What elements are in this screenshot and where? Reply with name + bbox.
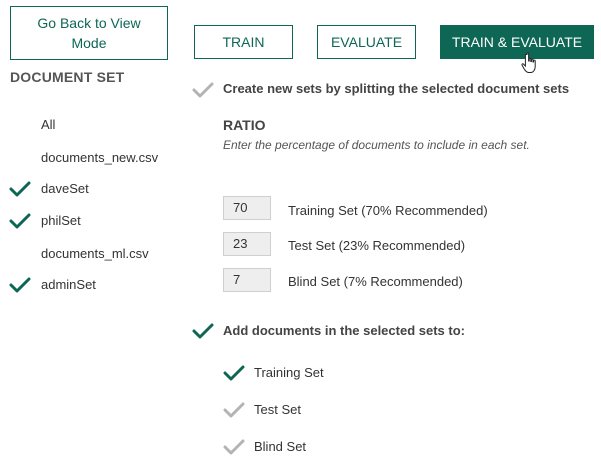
document-set-item-daveset[interactable]: daveSet bbox=[41, 181, 89, 196]
checkmark-icon[interactable] bbox=[192, 81, 214, 99]
checkmark-icon[interactable] bbox=[223, 438, 245, 456]
add-to-test-set-option[interactable]: Test Set bbox=[254, 402, 301, 417]
blind-ratio-input[interactable]: 7 bbox=[223, 268, 271, 292]
document-set-item-all[interactable]: All bbox=[41, 117, 55, 132]
add-documents-option-label[interactable]: Add documents in the selected sets to: bbox=[223, 323, 465, 338]
evaluate-button[interactable]: EVALUATE bbox=[317, 25, 416, 59]
document-set-item-philset[interactable]: philSet bbox=[41, 213, 81, 228]
test-ratio-input[interactable]: 23 bbox=[223, 232, 271, 256]
checkmark-icon[interactable] bbox=[9, 212, 31, 230]
split-sets-option-label[interactable]: Create new sets by splitting the selecte… bbox=[223, 81, 569, 96]
training-ratio-label: Training Set (70% Recommended) bbox=[288, 203, 488, 218]
document-set-item-documents-ml[interactable]: documents_ml.csv bbox=[41, 246, 149, 261]
checkmark-icon[interactable] bbox=[9, 276, 31, 294]
checkmark-icon[interactable] bbox=[9, 180, 31, 198]
add-to-training-set-option[interactable]: Training Set bbox=[254, 365, 324, 380]
ratio-description: Enter the percentage of documents to inc… bbox=[223, 138, 530, 152]
checkmark-icon[interactable] bbox=[192, 322, 214, 340]
checkmark-icon[interactable] bbox=[223, 401, 245, 419]
test-ratio-label: Test Set (23% Recommended) bbox=[288, 238, 466, 253]
ratio-title: RATIO bbox=[223, 117, 266, 133]
add-to-blind-set-option[interactable]: Blind Set bbox=[254, 439, 306, 454]
go-back-to-view-mode-button[interactable]: Go Back to View Mode bbox=[10, 6, 168, 60]
checkmark-icon[interactable] bbox=[223, 364, 245, 382]
blind-ratio-label: Blind Set (7% Recommended) bbox=[288, 274, 463, 289]
document-set-item-documents-new[interactable]: documents_new.csv bbox=[41, 150, 158, 165]
train-button[interactable]: TRAIN bbox=[194, 25, 293, 59]
document-set-item-adminset[interactable]: adminSet bbox=[41, 277, 96, 292]
training-ratio-input[interactable]: 70 bbox=[223, 196, 271, 220]
train-and-evaluate-button[interactable]: TRAIN & EVALUATE bbox=[440, 25, 594, 59]
document-set-title: DOCUMENT SET bbox=[10, 69, 125, 85]
hand-pointer-icon bbox=[520, 52, 540, 74]
